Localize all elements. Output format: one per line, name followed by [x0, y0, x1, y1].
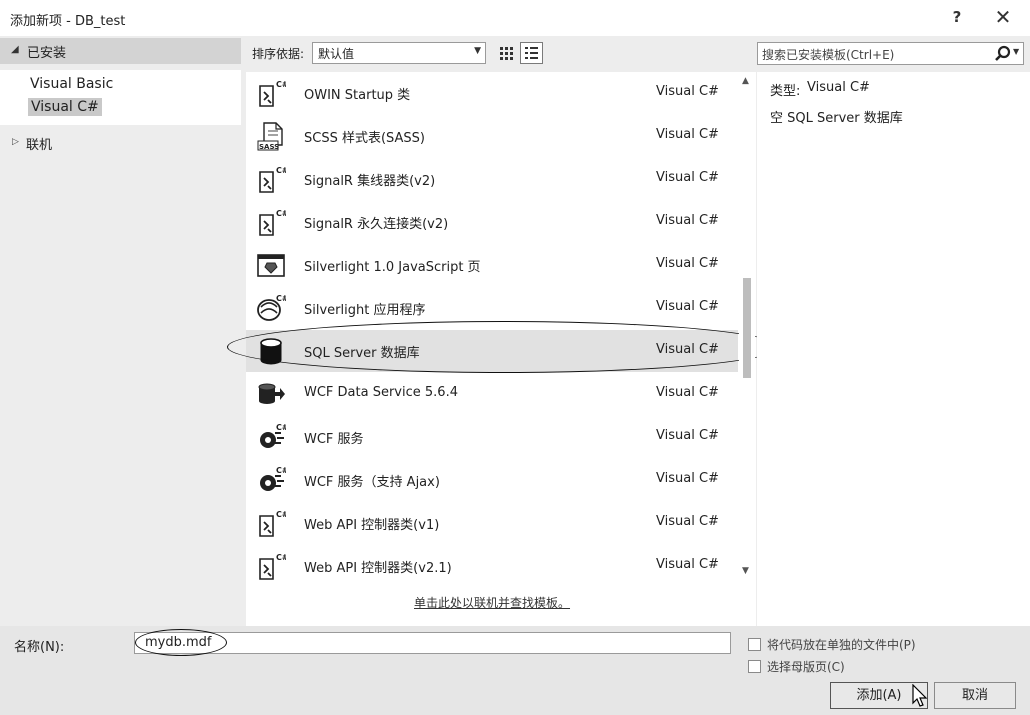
template-language: Visual C#: [656, 471, 719, 486]
expand-arrow-icon[interactable]: ◢: [11, 44, 19, 55]
template-language: Visual C#: [656, 127, 719, 142]
sort-value: 默认值: [318, 47, 355, 61]
template-description: 空 SQL Server 数据库: [770, 111, 903, 126]
template-name: Web API 控制器类(v2.1): [304, 561, 452, 576]
online-templates-link[interactable]: 单击此处以联机并查找模板。: [414, 594, 570, 611]
svg-text:C#: C#: [276, 466, 286, 475]
selection-annotation-ellipse: [227, 321, 780, 373]
scroll-thumb[interactable]: [743, 278, 751, 378]
template-language: Visual C#: [656, 514, 719, 529]
template-language: Visual C#: [656, 84, 719, 99]
template-item-web-api-v1[interactable]: C# Web API 控制器类(v1) Visual C#: [246, 502, 738, 544]
template-item-scss[interactable]: SASS SCSS 样式表(SASS) Visual C#: [246, 115, 738, 157]
csharp-class-icon: C#: [259, 166, 286, 193]
template-language: Visual C#: [656, 256, 719, 271]
list-view-icon[interactable]: [520, 42, 543, 64]
type-label: 类型:: [770, 84, 801, 99]
close-button[interactable]: ✕: [990, 5, 1016, 29]
svg-text:C#: C#: [276, 166, 286, 175]
template-language: Visual C#: [656, 428, 719, 443]
dropdown-caret-icon: ▼: [474, 46, 481, 56]
title-bar: 添加新项 - DB_test ? ✕: [0, 0, 1030, 36]
template-item-web-api-v21[interactable]: C# Web API 控制器类(v2.1) Visual C#: [246, 545, 738, 587]
template-item-owin-startup[interactable]: C# OWIN Startup 类 Visual C#: [246, 72, 738, 114]
data-service-icon: [258, 383, 285, 404]
grid-view-icon[interactable]: [495, 42, 517, 64]
svg-text:SASS: SASS: [259, 143, 279, 151]
csharp-class-icon: C#: [259, 553, 286, 580]
master-page-checkbox[interactable]: [748, 660, 761, 673]
sort-label: 排序依据:: [252, 47, 305, 61]
language-tree: Visual Basic Visual C#: [0, 70, 241, 125]
scroll-down-icon[interactable]: ▼: [742, 566, 749, 576]
sort-dropdown[interactable]: 默认值 ▼: [312, 42, 486, 64]
master-page-label: 选择母版页(C): [767, 660, 845, 674]
search-options-caret-icon[interactable]: ▼: [1013, 47, 1019, 56]
mouse-cursor-icon: [912, 684, 928, 707]
category-panel: ◢ 已安装 Visual Basic Visual C# ▷ 联机: [0, 36, 241, 626]
template-description-panel: 类型: Visual C# 空 SQL Server 数据库: [757, 72, 1030, 626]
svg-text:C#: C#: [276, 423, 286, 432]
template-name: Silverlight 1.0 JavaScript 页: [304, 260, 481, 275]
svg-text:C#: C#: [276, 209, 286, 218]
template-name: SignalR 永久连接类(v2): [304, 217, 449, 232]
scroll-up-icon[interactable]: ▲: [742, 76, 749, 86]
window-title: 添加新项 - DB_test: [10, 14, 126, 29]
template-item-signalr-persistent[interactable]: C# SignalR 永久连接类(v2) Visual C#: [246, 201, 738, 243]
template-search-input[interactable]: 搜索已安装模板(Ctrl+E) ▼: [757, 42, 1024, 65]
name-label: 名称(N):: [14, 640, 65, 655]
silverlight-app-icon: C#: [257, 294, 286, 321]
template-name: SignalR 集线器类(v2): [304, 174, 436, 189]
tree-item-visual-basic[interactable]: Visual Basic: [30, 76, 113, 92]
svg-text:C#: C#: [276, 553, 286, 562]
wcf-service-icon: C#: [260, 423, 286, 448]
name-annotation-ellipse: [135, 629, 227, 656]
scss-file-icon: SASS: [257, 122, 283, 151]
collapse-arrow-icon[interactable]: ▷: [12, 137, 19, 147]
template-name: OWIN Startup 类: [304, 88, 411, 103]
template-name: WCF 服务（支持 Ajax): [304, 475, 440, 490]
template-item-signalr-hub[interactable]: C# SignalR 集线器类(v2) Visual C#: [246, 158, 738, 200]
separate-code-file-label: 将代码放在单独的文件中(P): [767, 638, 916, 652]
search-placeholder: 搜索已安装模板(Ctrl+E): [762, 48, 895, 62]
svg-text:C#: C#: [276, 294, 286, 303]
template-list-scrollbar[interactable]: ▲ ▼: [739, 72, 755, 580]
cancel-button[interactable]: 取消: [934, 682, 1016, 709]
installed-node[interactable]: ◢ 已安装: [0, 38, 241, 64]
template-item-wcf-data-service[interactable]: WCF Data Service 5.6.4 Visual C#: [246, 373, 738, 415]
template-language: Visual C#: [656, 170, 719, 185]
csharp-class-icon: C#: [259, 80, 286, 107]
dialog-body: ◢ 已安装 Visual Basic Visual C# ▷ 联机 排序依据: …: [0, 36, 1030, 626]
template-list: C# OWIN Startup 类 Visual C# SASS SCSS 样式…: [227, 72, 780, 626]
template-name: Web API 控制器类(v1): [304, 518, 440, 533]
svg-text:C#: C#: [276, 510, 286, 519]
template-name: SCSS 样式表(SASS): [304, 131, 425, 146]
template-item-silverlight-js-page[interactable]: Silverlight 1.0 JavaScript 页 Visual C#: [246, 244, 738, 286]
search-icon[interactable]: [994, 45, 1012, 62]
svg-text:C#: C#: [276, 80, 286, 89]
installed-label: 已安装: [27, 46, 67, 61]
template-name: Silverlight 应用程序: [304, 303, 426, 318]
csharp-class-icon: C#: [259, 209, 286, 236]
tree-item-online[interactable]: 联机: [26, 134, 52, 153]
wcf-service-icon: C#: [260, 466, 286, 491]
silverlight-page-icon: [257, 254, 285, 277]
template-name: WCF 服务: [304, 432, 364, 447]
template-name: WCF Data Service 5.6.4: [304, 385, 458, 400]
dialog-footer: 名称(N): mydb.mdf 将代码放在单独的文件中(P) 选择母版页(C) …: [0, 626, 1030, 715]
template-item-wcf-service[interactable]: C# WCF 服务 Visual C#: [246, 416, 738, 458]
template-language: Visual C#: [656, 557, 719, 572]
help-button[interactable]: ?: [946, 6, 968, 28]
template-language: Visual C#: [656, 299, 719, 314]
csharp-class-icon: C#: [259, 510, 286, 537]
tree-item-visual-csharp[interactable]: Visual C#: [28, 98, 102, 116]
separate-code-file-checkbox[interactable]: [748, 638, 761, 651]
template-item-wcf-service-ajax[interactable]: C# WCF 服务（支持 Ajax) Visual C#: [246, 459, 738, 501]
type-value: Visual C#: [807, 80, 870, 95]
template-language: Visual C#: [656, 385, 719, 400]
template-language: Visual C#: [656, 213, 719, 228]
